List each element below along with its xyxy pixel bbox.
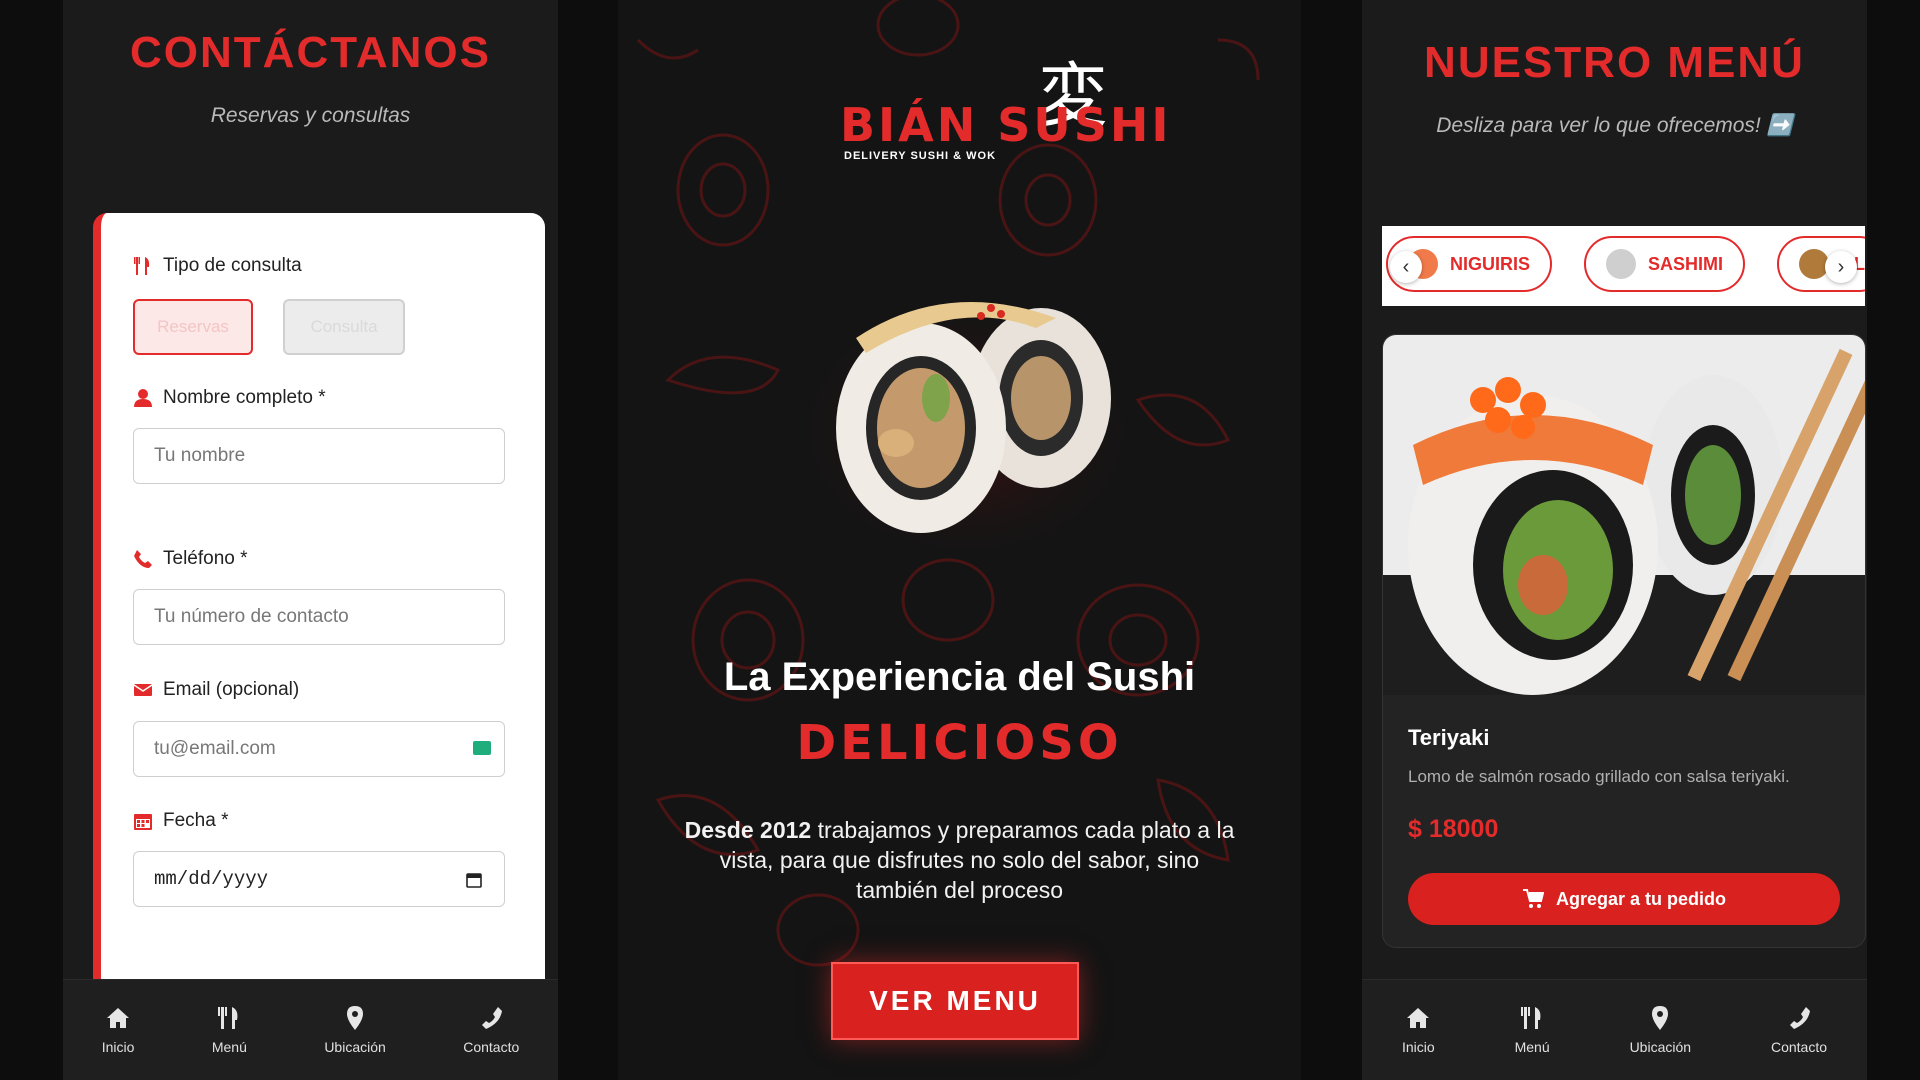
category-label: NIGUIRIS: [1450, 253, 1531, 274]
cart-icon: [1522, 889, 1544, 908]
phone-icon: [1790, 1007, 1810, 1029]
nav-label: Menú: [211, 1039, 247, 1055]
category-label: SASHIMI: [1648, 253, 1724, 274]
view-menu-button[interactable]: VER MENU: [831, 962, 1079, 1040]
logo-tagline: DELIVERY SUSHI & WOK: [844, 150, 997, 162]
option-consulta[interactable]: Consulta: [283, 299, 405, 355]
phone-input[interactable]: [133, 589, 505, 645]
bottom-nav: Inicio Menú Ubicación Contacto: [63, 979, 558, 1080]
product-description: Lomo de salmón rosado grillado con salsa…: [1408, 767, 1790, 786]
map-pin-icon: [1652, 1006, 1669, 1030]
carousel-prev-button[interactable]: ‹: [1390, 251, 1422, 283]
home-icon: [107, 1008, 130, 1028]
home-screen: 変 BIÁN SUSHI DELIVERY SUSHI & WOK La Exp…: [618, 0, 1301, 1080]
page-title: NUESTRO MENÚ: [1424, 38, 1805, 87]
product-price: $ 18000: [1408, 815, 1499, 843]
email-label: Email (opcional): [133, 679, 299, 701]
utensils-icon: [218, 1007, 238, 1029]
nav-inicio[interactable]: Inicio: [1402, 1005, 1435, 1055]
phone-label-text: Teléfono *: [163, 548, 248, 569]
nav-label: Contacto: [463, 1039, 520, 1055]
sushi-roll-image: [796, 288, 1136, 548]
nav-ubicacion[interactable]: Ubicación: [1630, 1005, 1691, 1055]
name-label-text: Nombre completo *: [163, 387, 326, 408]
date-input[interactable]: mm/dd/yyyy: [133, 851, 505, 907]
autofill-icon[interactable]: [473, 741, 491, 755]
date-label: Fecha *: [133, 810, 228, 832]
bottom-nav: Inicio Menú Ubicación Contacto: [1362, 979, 1867, 1080]
nav-ubicacion[interactable]: Ubicación: [324, 1005, 386, 1055]
hero-headline-accent: DELICIOSO: [796, 715, 1123, 771]
nav-contacto[interactable]: Contacto: [1771, 1005, 1827, 1055]
consult-type-label: Tipo de consulta: [133, 255, 302, 277]
nav-label: Ubicación: [324, 1039, 386, 1055]
email-input[interactable]: [133, 721, 505, 777]
page-subtitle: Desliza para ver lo que ofrecemos! ➡️: [1436, 114, 1793, 137]
phone-label: Teléfono *: [133, 548, 248, 570]
nav-label: Menú: [1514, 1039, 1550, 1055]
nav-label: Inicio: [1401, 1039, 1435, 1055]
home-icon: [1407, 1008, 1430, 1028]
hero-description: Desde 2012 trabajamos y preparamos cada …: [678, 815, 1241, 905]
name-label: Nombre completo *: [133, 387, 326, 409]
consult-type-text: Tipo de consulta: [163, 255, 302, 276]
nav-label: Ubicación: [1629, 1039, 1692, 1055]
category-sashimi[interactable]: SASHIMI: [1584, 236, 1746, 292]
date-placeholder: mm/dd/yyyy: [154, 868, 269, 890]
knife-icon: [1606, 249, 1636, 279]
hero-headline: La Experiencia del Sushi: [723, 655, 1196, 699]
product-image: [1383, 335, 1865, 695]
nav-menu[interactable]: Menú: [1515, 1005, 1550, 1055]
map-pin-icon: [347, 1006, 364, 1030]
logo-name: BIÁN SUSHI: [840, 98, 1172, 152]
utensils-icon: [134, 257, 150, 275]
calendar-icon: [134, 814, 152, 830]
add-to-order-button[interactable]: Agregar a tu pedido: [1408, 873, 1840, 925]
email-field: [133, 721, 505, 777]
name-input[interactable]: [133, 428, 505, 484]
nav-label: Inicio: [101, 1039, 135, 1055]
page-title: CONTÁCTANOS: [130, 28, 491, 77]
date-label-text: Fecha *: [163, 810, 229, 831]
add-to-order-label: Agregar a tu pedido: [1555, 888, 1726, 909]
category-carousel: NIGUIRIS SASHIMI AL ‹ ›: [1382, 226, 1865, 306]
email-label-text: Email (opcional): [163, 679, 300, 700]
nav-contacto[interactable]: Contacto: [463, 1005, 519, 1055]
product-card: Teriyaki Lomo de salmón rosado grillado …: [1382, 334, 1866, 948]
contact-form: Tipo de consulta Reservas Consulta Nombr…: [93, 213, 545, 993]
contact-screen: CONTÁCTANOS Reservas y consultas Tipo de…: [63, 0, 558, 1080]
phone-icon: [134, 550, 152, 568]
option-reservas[interactable]: Reservas: [133, 299, 253, 355]
nav-label: Contacto: [1770, 1039, 1828, 1055]
menu-screen: NUESTRO MENÚ Desliza para ver lo que ofr…: [1362, 0, 1867, 1080]
calendar-picker-icon[interactable]: [466, 872, 482, 888]
page-subtitle: Reservas y consultas: [210, 104, 411, 127]
phone-icon: [482, 1007, 503, 1029]
utensils-icon: [1521, 1007, 1541, 1029]
nav-inicio[interactable]: Inicio: [101, 1005, 135, 1055]
envelope-icon: [133, 684, 153, 696]
nav-menu[interactable]: Menú: [212, 1005, 247, 1055]
user-icon: [134, 389, 152, 407]
desc-highlight: Desde 2012: [684, 817, 812, 843]
carousel-next-button[interactable]: ›: [1825, 251, 1857, 283]
product-name: Teriyaki: [1408, 725, 1490, 750]
